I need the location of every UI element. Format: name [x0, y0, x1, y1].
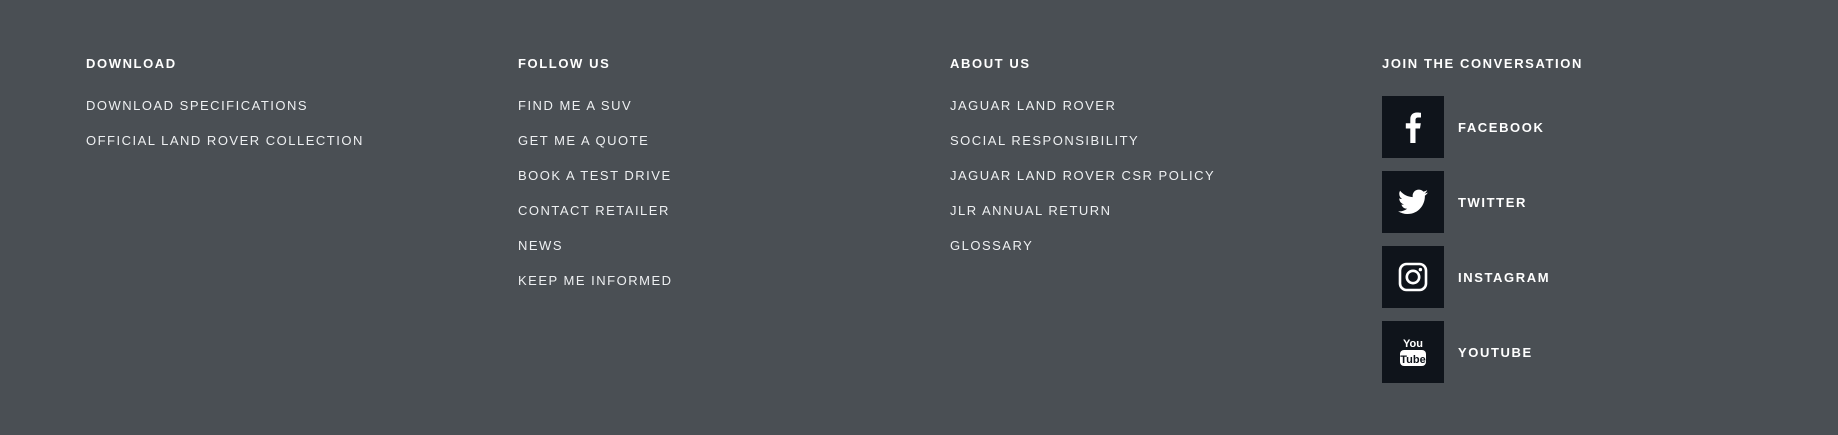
- instagram-label: INSTAGRAM: [1458, 269, 1551, 285]
- list-item: BOOK A TEST DRIVE: [518, 168, 673, 203]
- facebook-link[interactable]: FACEBOOK: [1382, 96, 1583, 158]
- jaguar-land-rover-link[interactable]: JAGUAR LAND ROVER: [950, 98, 1116, 113]
- youtube-logo-you: You: [1403, 338, 1423, 350]
- twitter-label: TWITTER: [1458, 194, 1527, 210]
- official-land-rover-collection-link[interactable]: OFFICIAL LAND ROVER COLLECTION: [86, 133, 364, 148]
- keep-me-informed-link[interactable]: KEEP ME INFORMED: [518, 273, 673, 288]
- follow-us-column: FOLLOW US FIND ME A SUV GET ME A QUOTE B…: [518, 56, 673, 308]
- twitter-icon-box[interactable]: [1382, 171, 1444, 233]
- youtube-icon-box[interactable]: You Tube: [1382, 321, 1444, 383]
- list-item: JAGUAR LAND ROVER: [950, 98, 1215, 133]
- get-me-a-quote-link[interactable]: GET ME A QUOTE: [518, 133, 649, 148]
- facebook-label: FACEBOOK: [1458, 119, 1545, 135]
- download-heading: DOWNLOAD: [86, 56, 177, 71]
- youtube-link[interactable]: You Tube YOUTUBE: [1382, 321, 1583, 383]
- list-item: GET ME A QUOTE: [518, 133, 673, 168]
- list-item: KEEP ME INFORMED: [518, 273, 673, 308]
- list-item: JLR ANNUAL RETURN: [950, 203, 1215, 238]
- facebook-icon-box[interactable]: [1382, 96, 1444, 158]
- contact-retailer-link[interactable]: CONTACT RETAILER: [518, 203, 670, 218]
- social-column: JOIN THE CONVERSATION FACEBOOK TWITTER I…: [1382, 56, 1583, 396]
- twitter-link[interactable]: TWITTER: [1382, 171, 1583, 233]
- download-specifications-link[interactable]: DOWNLOAD SPECIFICATIONS: [86, 98, 308, 113]
- social-links: FACEBOOK TWITTER INSTAGRAM You Tube YOUT…: [1382, 96, 1583, 383]
- instagram-icon-box[interactable]: [1382, 246, 1444, 308]
- about-us-links: JAGUAR LAND ROVER SOCIAL RESPONSIBILITY …: [950, 98, 1215, 273]
- download-column: DOWNLOAD DOWNLOAD SPECIFICATIONS OFFICIA…: [86, 56, 364, 168]
- instagram-link[interactable]: INSTAGRAM: [1382, 246, 1583, 308]
- list-item: GLOSSARY: [950, 238, 1215, 273]
- youtube-logo-tube: Tube: [1400, 354, 1425, 366]
- twitter-icon: [1398, 189, 1428, 214]
- news-link[interactable]: NEWS: [518, 238, 563, 253]
- youtube-icon: You Tube: [1400, 338, 1426, 366]
- list-item: OFFICIAL LAND ROVER COLLECTION: [86, 133, 364, 168]
- find-me-a-suv-link[interactable]: FIND ME A SUV: [518, 98, 632, 113]
- list-item: DOWNLOAD SPECIFICATIONS: [86, 98, 364, 133]
- jlr-annual-return-link[interactable]: JLR ANNUAL RETURN: [950, 203, 1112, 218]
- youtube-label: YOUTUBE: [1458, 344, 1533, 360]
- follow-us-heading: FOLLOW US: [518, 56, 611, 71]
- social-responsibility-link[interactable]: SOCIAL RESPONSIBILITY: [950, 133, 1139, 148]
- about-us-column: ABOUT US JAGUAR LAND ROVER SOCIAL RESPON…: [950, 56, 1215, 273]
- download-links: DOWNLOAD SPECIFICATIONS OFFICIAL LAND RO…: [86, 98, 364, 168]
- book-a-test-drive-link[interactable]: BOOK A TEST DRIVE: [518, 168, 672, 183]
- list-item: CONTACT RETAILER: [518, 203, 673, 238]
- instagram-icon: [1398, 262, 1428, 292]
- list-item: SOCIAL RESPONSIBILITY: [950, 133, 1215, 168]
- list-item: JAGUAR LAND ROVER CSR POLICY: [950, 168, 1215, 203]
- glossary-link[interactable]: GLOSSARY: [950, 238, 1033, 253]
- list-item: FIND ME A SUV: [518, 98, 673, 133]
- social-heading: JOIN THE CONVERSATION: [1382, 56, 1583, 71]
- csr-policy-link[interactable]: JAGUAR LAND ROVER CSR POLICY: [950, 168, 1215, 183]
- about-us-heading: ABOUT US: [950, 56, 1031, 71]
- facebook-icon: [1405, 112, 1421, 143]
- follow-us-links: FIND ME A SUV GET ME A QUOTE BOOK A TEST…: [518, 98, 673, 308]
- site-footer: DOWNLOAD DOWNLOAD SPECIFICATIONS OFFICIA…: [0, 0, 1838, 435]
- list-item: NEWS: [518, 238, 673, 273]
